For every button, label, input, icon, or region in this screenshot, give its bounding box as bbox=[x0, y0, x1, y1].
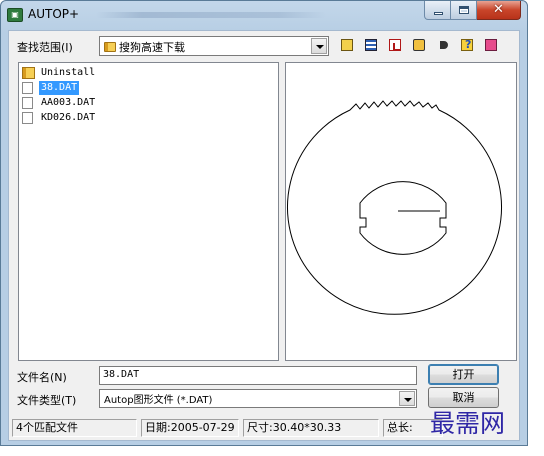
look-in-value: 搜狗高速下载 bbox=[119, 41, 185, 54]
list-item[interactable]: KD026.DAT bbox=[22, 111, 97, 125]
status-size: 尺寸:30.40*30.33 bbox=[243, 419, 379, 437]
gear-outline bbox=[287, 100, 502, 315]
tool-icon[interactable] bbox=[410, 36, 428, 54]
inner-profile bbox=[359, 181, 447, 255]
help-icon[interactable] bbox=[458, 36, 476, 54]
dialog-body: 查找范围(I) 搜狗高速下载 Uninstall 38.DAT bbox=[8, 30, 520, 441]
close-icon: ✕ bbox=[493, 2, 504, 17]
folder-icon bbox=[104, 42, 116, 52]
status-date: 日期:2005-07-29 bbox=[141, 419, 239, 437]
folder-icon bbox=[22, 67, 35, 79]
file-icon bbox=[22, 112, 33, 124]
look-in-dropdown[interactable]: 搜狗高速下载 bbox=[99, 36, 329, 56]
watermark-text: 最需网 bbox=[430, 409, 506, 438]
list-item[interactable]: AA003.DAT bbox=[22, 96, 97, 110]
chevron-down-icon[interactable] bbox=[311, 38, 327, 54]
open-folder-icon[interactable] bbox=[338, 36, 356, 54]
file-name: 38.DAT bbox=[39, 81, 80, 95]
open-button[interactable]: 打开 bbox=[428, 364, 499, 385]
filename-label: 文件名(N) bbox=[17, 371, 67, 384]
filetype-label: 文件类型(T) bbox=[17, 394, 77, 407]
title-bar[interactable]: ▣ AUTOP+ ✕ bbox=[1, 1, 527, 29]
minimize-button[interactable] bbox=[424, 1, 451, 20]
file-list[interactable]: Uninstall 38.DAT AA003.DAT KD026.DAT bbox=[18, 62, 279, 361]
details-view-icon[interactable] bbox=[362, 36, 380, 54]
hand-icon[interactable] bbox=[434, 36, 452, 54]
file-icon bbox=[22, 82, 33, 94]
chart-icon[interactable] bbox=[386, 36, 404, 54]
preview-pane bbox=[285, 62, 517, 361]
list-item[interactable]: Uninstall bbox=[22, 66, 97, 80]
look-in-value-wrap: 搜狗高速下载 bbox=[104, 39, 185, 55]
app-icon[interactable]: ▣ bbox=[7, 8, 23, 22]
filename-input[interactable]: 38.DAT bbox=[99, 366, 417, 385]
filename-value: 38.DAT bbox=[103, 369, 140, 380]
status-count: 4个匹配文件 bbox=[12, 419, 137, 437]
dialog-window: ▣ AUTOP+ ✕ 查找范围(I) 搜狗高速下载 U bbox=[0, 0, 528, 446]
toolbar bbox=[338, 36, 500, 56]
preview-drawing bbox=[287, 100, 502, 315]
filetype-value: Autop图形文件 (*.DAT) bbox=[104, 395, 213, 406]
title-blur bbox=[96, 12, 326, 18]
minimize-icon bbox=[434, 12, 443, 15]
caption-buttons: ✕ bbox=[424, 1, 521, 21]
close-button[interactable]: ✕ bbox=[477, 1, 521, 20]
list-item[interactable]: 38.DAT bbox=[22, 81, 80, 95]
file-name: KD026.DAT bbox=[41, 112, 96, 123]
filetype-dropdown[interactable]: Autop图形文件 (*.DAT) bbox=[99, 389, 417, 408]
file-icon bbox=[22, 97, 33, 109]
chevron-down-icon[interactable] bbox=[399, 391, 415, 406]
maximize-button[interactable] bbox=[451, 1, 477, 20]
file-name: AA003.DAT bbox=[41, 97, 96, 108]
maximize-icon bbox=[459, 6, 469, 14]
exit-icon[interactable] bbox=[482, 36, 500, 54]
file-name: Uninstall bbox=[41, 67, 96, 78]
look-in-label: 查找范围(I) bbox=[17, 41, 73, 54]
window-title: AUTOP+ bbox=[28, 7, 80, 21]
